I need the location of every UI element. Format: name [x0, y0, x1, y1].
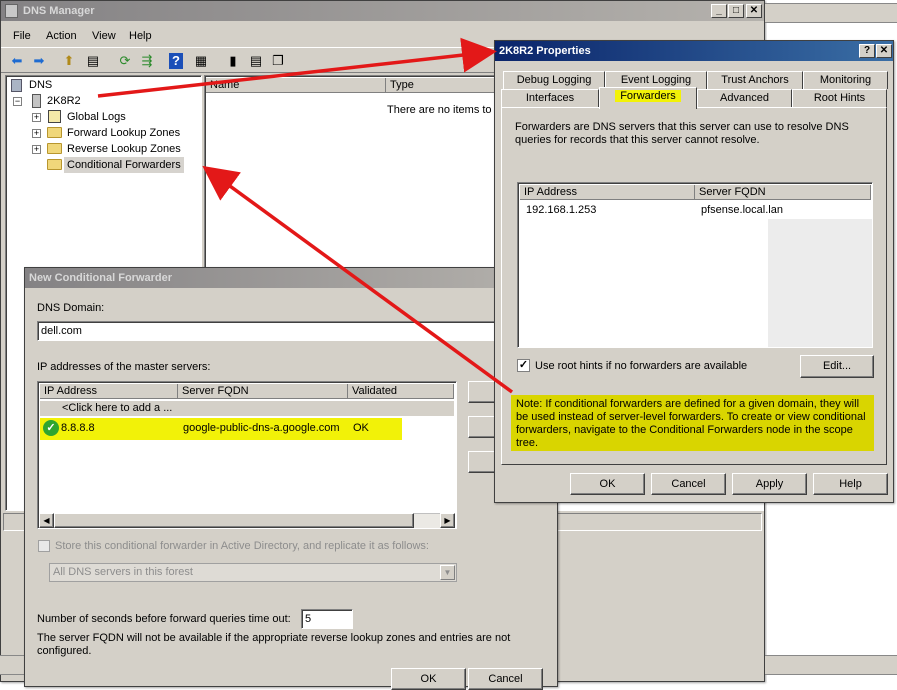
annotation-arrows: [97, 37, 514, 394]
tab-forwarders-label: Forwarders: [615, 90, 681, 102]
annotation-arrow-note-to-tree: [202, 165, 514, 394]
tab-forwarders[interactable]: Forwarders: [599, 87, 697, 109]
annotation-arrow-server-to-properties: [97, 37, 497, 98]
